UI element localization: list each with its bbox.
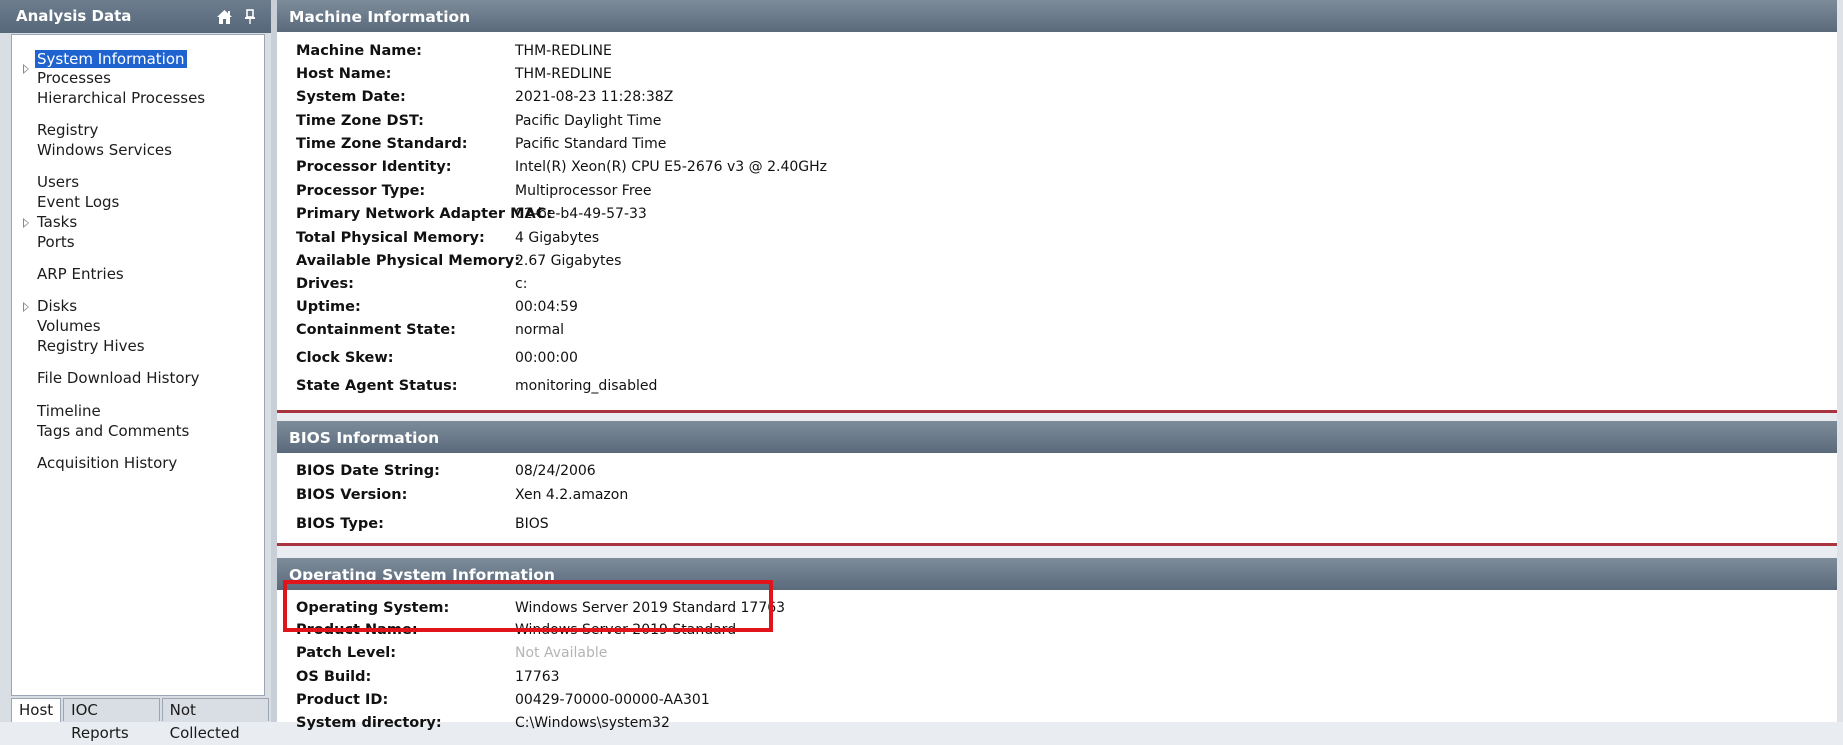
field-label: Time Zone DST: <box>296 113 424 129</box>
field-label: State Agent Status: <box>296 378 458 394</box>
tree-item-event-logs[interactable]: Event Logs <box>37 193 119 212</box>
expand-arrow-icon[interactable] <box>23 64 29 74</box>
tree-item-label: Users <box>37 173 80 191</box>
field-value: Multiprocessor Free <box>515 183 652 199</box>
field-label: BIOS Version: <box>296 487 408 503</box>
field-value: 2.67 Gigabytes <box>515 253 622 269</box>
tab-host[interactable]: Host <box>11 698 62 722</box>
field-label: OS Build: <box>296 669 372 685</box>
panel-title: Analysis Data <box>16 7 132 25</box>
tree-item-volumes[interactable]: Volumes <box>37 317 101 336</box>
tree-item-file-download-history[interactable]: File Download History <box>37 369 200 388</box>
field-value: 08/24/2006 <box>515 463 596 479</box>
navigation-tree: System Information Processes Hierarchica… <box>11 34 265 696</box>
field-value: c: <box>515 276 528 292</box>
tab-ioc-reports[interactable]: IOC Reports <box>63 698 160 742</box>
section-title: BIOS Information <box>289 429 440 447</box>
tree-item-label: Tags and Comments <box>37 422 190 440</box>
bios-information-header[interactable]: BIOS Information <box>277 421 1837 453</box>
tree-item-label: Disks <box>37 297 78 315</box>
tree-item-label: Volumes <box>37 317 101 335</box>
tree-item-disks[interactable]: Disks <box>37 297 77 316</box>
tree-item-ports[interactable]: Ports <box>37 233 75 252</box>
tree-item-tasks[interactable]: Tasks <box>37 213 77 232</box>
field-value: Pacific Daylight Time <box>515 113 662 129</box>
field-label: Processor Type: <box>296 183 426 199</box>
field-value: normal <box>515 322 565 338</box>
tree-item-label: File Download History <box>37 369 200 387</box>
field-label: Clock Skew: <box>296 350 394 366</box>
vertical-scrollbar[interactable] <box>1837 0 1843 722</box>
tree-item-label: Acquisition History <box>37 454 178 472</box>
field-value: 02-be-b4-49-57-33 <box>515 206 647 222</box>
pin-icon[interactable] <box>242 0 258 33</box>
field-label: BIOS Type: <box>296 516 384 532</box>
home-icon[interactable] <box>214 0 234 33</box>
field-value: 00429-70000-00000-AA301 <box>515 692 710 708</box>
tree-item-label: Event Logs <box>37 193 120 211</box>
annotation-highlight-box <box>283 580 773 632</box>
field-value: C:\Windows\system32 <box>515 715 670 731</box>
bottom-tab-bar: Host IOC Reports Not Collected <box>11 698 271 742</box>
field-value: Not Available <box>515 645 608 661</box>
tab-not-collected[interactable]: Not Collected <box>161 698 269 742</box>
field-value: 4 Gigabytes <box>515 230 600 246</box>
field-label: System directory: <box>296 715 442 731</box>
analysis-data-panel: Analysis Data System Information Process… <box>0 0 271 742</box>
field-label: Machine Name: <box>296 43 422 59</box>
analysis-data-header: Analysis Data <box>0 0 271 33</box>
tree-item-system-information[interactable]: System Information <box>35 50 187 69</box>
tree-item-hierarchical-processes[interactable]: Hierarchical Processes <box>37 89 205 108</box>
tree-item-timeline[interactable]: Timeline <box>37 402 101 421</box>
tree-item-label: Hierarchical Processes <box>37 89 206 107</box>
expand-arrow-icon[interactable] <box>23 218 29 228</box>
tree-item-users[interactable]: Users <box>37 173 79 192</box>
field-value: monitoring_disabled <box>515 378 658 394</box>
field-label: Available Physical Memory: <box>296 253 521 269</box>
tree-item-windows-services[interactable]: Windows Services <box>37 141 172 160</box>
field-label: Primary Network Adapter MAC: <box>296 206 553 222</box>
tree-item-label: Registry Hives <box>37 337 145 355</box>
expand-arrow-icon[interactable] <box>23 302 29 312</box>
tree-item-label: Ports <box>37 233 75 251</box>
field-label: Patch Level: <box>296 645 397 661</box>
tree-item-registry-hives[interactable]: Registry Hives <box>37 337 145 356</box>
field-label: Host Name: <box>296 66 392 82</box>
tree-item-arp-entries[interactable]: ARP Entries <box>37 265 124 284</box>
tree-item-acquisition-history[interactable]: Acquisition History <box>37 454 177 473</box>
field-label: Uptime: <box>296 299 361 315</box>
field-label: BIOS Date String: <box>296 463 440 479</box>
field-value: Intel(R) Xeon(R) CPU E5-2676 v3 @ 2.40GH… <box>515 159 827 175</box>
tree-item-label: Windows Services <box>37 141 172 159</box>
field-label: Drives: <box>296 276 354 292</box>
field-label: Time Zone Standard: <box>296 136 468 152</box>
bios-information-section: BIOS Date String: 08/24/2006 BIOS Version… <box>277 453 1837 546</box>
field-value: 00:00:00 <box>515 350 578 366</box>
tree-item-label: Registry <box>37 121 99 139</box>
field-value: Pacific Standard Time <box>515 136 667 152</box>
machine-information-section: Machine Name: THM-REDLINE Host Name: THM-R… <box>277 32 1837 413</box>
field-label: Containment State: <box>296 322 456 338</box>
tree-item-processes[interactable]: Processes <box>37 69 111 88</box>
field-value: 2021-08-23 11:28:38Z <box>515 89 674 105</box>
tree-item-registry[interactable]: Registry <box>37 121 98 140</box>
tree-item-label: Processes <box>37 69 111 87</box>
field-value: THM-REDLINE <box>515 43 612 59</box>
section-title: Machine Information <box>289 8 471 26</box>
machine-information-header[interactable]: Machine Information <box>277 0 1837 32</box>
field-value: 17763 <box>515 669 560 685</box>
field-value: Xen 4.2.amazon <box>515 487 629 503</box>
field-value: 00:04:59 <box>515 299 578 315</box>
tree-item-label: ARP Entries <box>37 265 124 283</box>
tree-item-label: Tasks <box>37 213 78 231</box>
field-label: Processor Identity: <box>296 159 452 175</box>
field-label: System Date: <box>296 89 406 105</box>
field-value: THM-REDLINE <box>515 66 612 82</box>
field-value: BIOS <box>515 516 549 532</box>
tree-item-label: System Information <box>35 50 187 68</box>
field-label: Total Physical Memory: <box>296 230 485 246</box>
tree-item-tags-and-comments[interactable]: Tags and Comments <box>37 422 189 441</box>
field-label: Product ID: <box>296 692 389 708</box>
tree-item-label: Timeline <box>37 402 101 420</box>
